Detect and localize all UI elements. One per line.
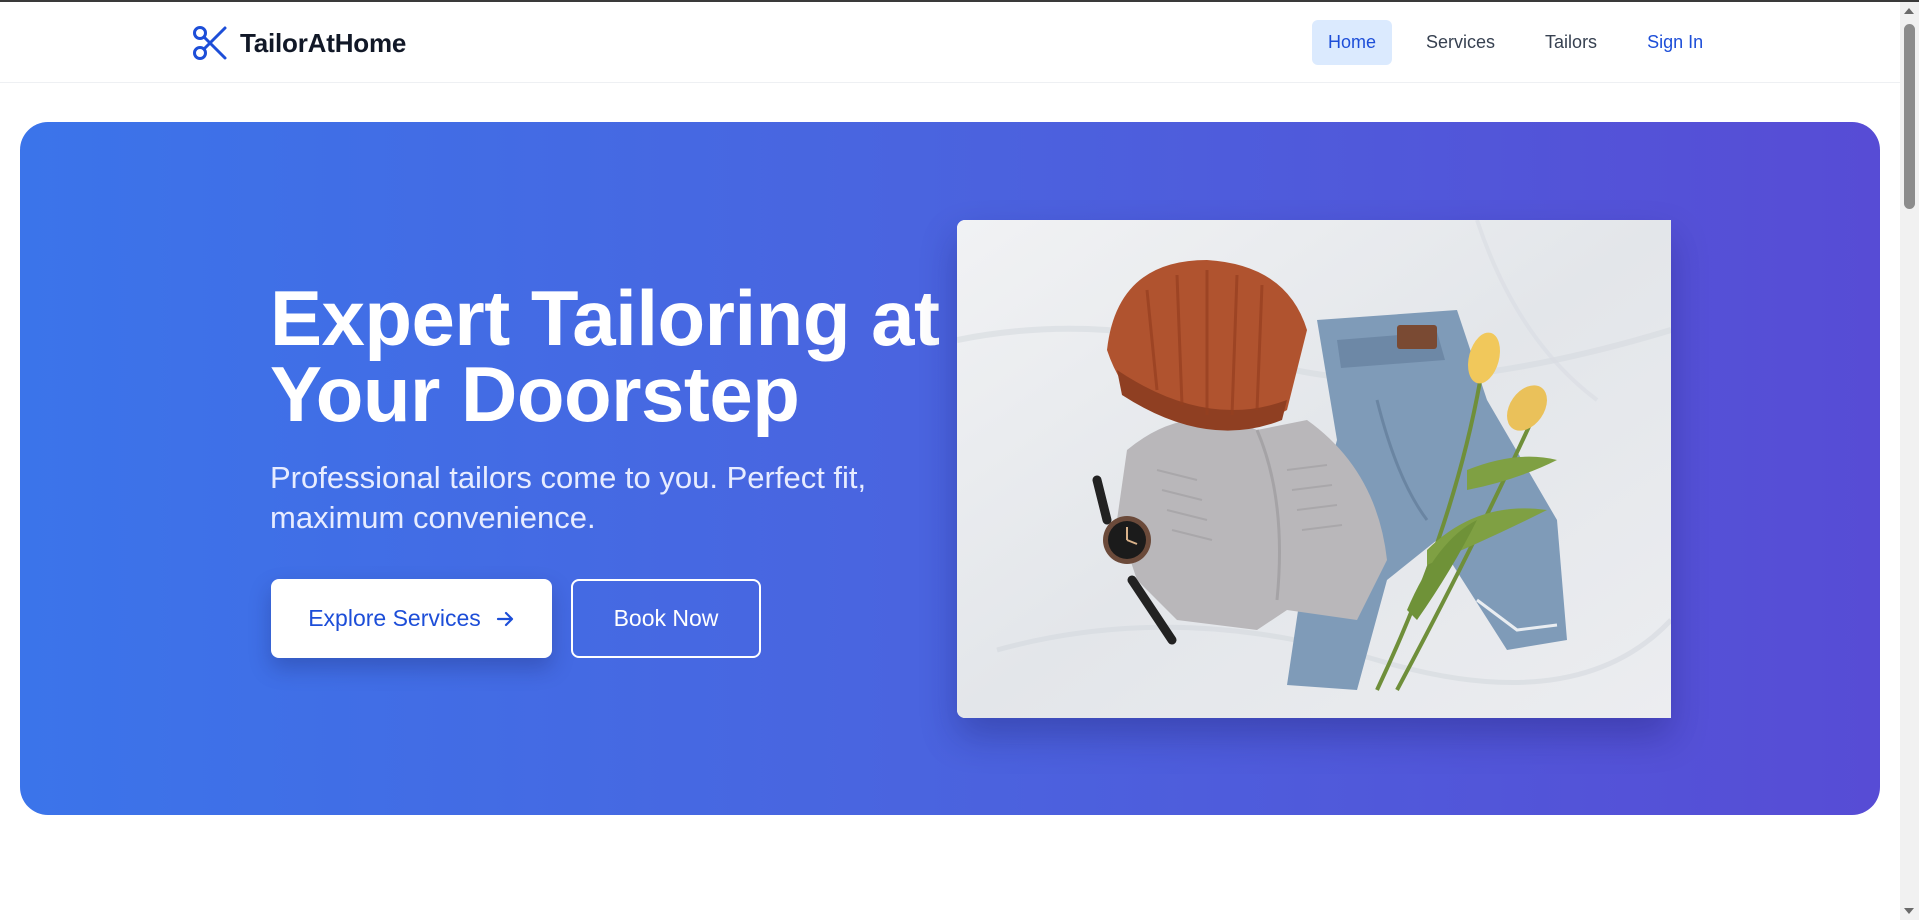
hero-section: Expert Tailoring at Your Doorstep Profes… <box>20 122 1880 815</box>
site-header: TailorAtHome Home Services Tailors Sign … <box>0 2 1900 83</box>
brand-name: TailorAtHome <box>240 27 407 58</box>
main-nav: Home Services Tailors Sign In <box>1312 20 1719 65</box>
explore-services-button[interactable]: Explore Services <box>271 579 552 658</box>
nav-services-link[interactable]: Services <box>1410 20 1511 65</box>
hero-title-line-1: Expert Tailoring at <box>270 274 940 362</box>
scroll-up-arrow-icon[interactable] <box>1904 8 1914 14</box>
book-now-label: Book Now <box>613 605 719 631</box>
brand[interactable]: TailorAtHome <box>192 24 406 62</box>
hero-title: Expert Tailoring at Your Doorstep <box>270 279 990 433</box>
book-now-button[interactable]: Book Now <box>571 579 761 658</box>
nav-home-link[interactable]: Home <box>1312 20 1393 65</box>
hero-subtitle: Professional tailors come to you. Perfec… <box>270 460 867 535</box>
arrow-right-icon <box>496 611 513 626</box>
nav-sign-in-link[interactable]: Sign In <box>1631 20 1719 65</box>
explore-services-label: Explore Services <box>308 605 481 631</box>
hero-title-line-2: Your Doorstep <box>270 350 800 438</box>
nav-tailors-link[interactable]: Tailors <box>1529 20 1613 65</box>
scroll-down-arrow-icon[interactable] <box>1904 908 1914 914</box>
scroll-thumb[interactable] <box>1904 24 1915 209</box>
vertical-scrollbar[interactable] <box>1900 2 1919 920</box>
scissors-icon <box>193 26 227 60</box>
hero-image <box>957 220 1671 718</box>
